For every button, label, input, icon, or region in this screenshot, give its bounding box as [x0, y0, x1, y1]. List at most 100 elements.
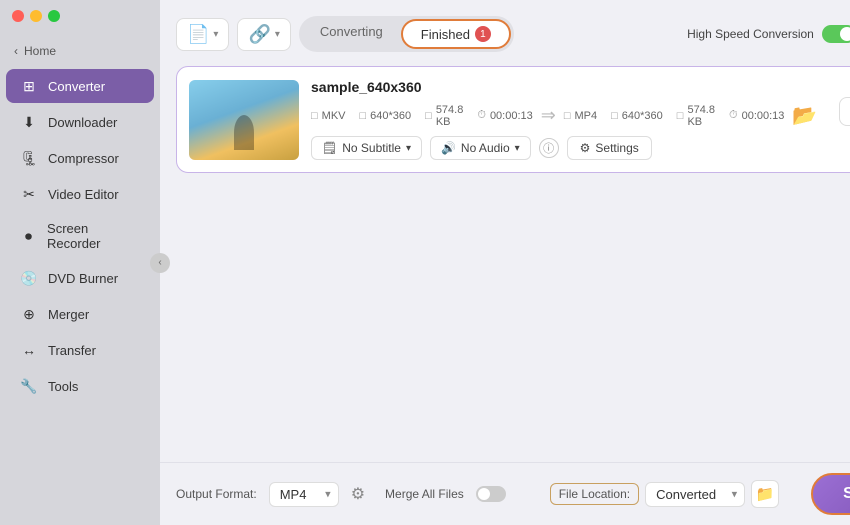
minimize-button[interactable]	[30, 10, 42, 22]
source-format: □ MKV	[311, 110, 346, 122]
close-button[interactable]	[12, 10, 24, 22]
tab-converting-label: Converting	[320, 24, 383, 39]
convert-button[interactable]: Convert	[839, 97, 850, 126]
file-thumbnail	[189, 80, 299, 160]
filename: sample_640x360	[311, 79, 817, 95]
sidebar-item-label: Compressor	[48, 151, 119, 166]
audio-select[interactable]: 🔊 No Audio ▾	[430, 136, 531, 160]
home-label: Home	[24, 44, 56, 58]
target-resolution: □ 640*360	[611, 110, 663, 122]
screen-recorder-icon: ⏺	[20, 227, 37, 245]
target-duration-icon: ⏱	[729, 109, 738, 122]
audio-icon: 🔊	[441, 141, 456, 155]
merger-icon: ⊕	[20, 305, 38, 323]
file-meta-row: □ MKV □ 640*360 □ 574.8 KB ⏱ 00:00:13	[311, 103, 817, 128]
chevron-left-icon: ‹	[14, 44, 18, 58]
merge-label: Merge All Files	[385, 487, 464, 501]
output-format-select[interactable]: MP4 MKV AVI MOV	[269, 482, 339, 507]
sidebar-item-transfer[interactable]: ↔ Transfer	[6, 333, 154, 367]
subtitle-chevron-icon: ▾	[406, 143, 411, 154]
home-link[interactable]: ‹ Home	[0, 40, 160, 68]
format-icon: □	[311, 110, 318, 122]
file-options: 🗒 No Subtitle ▾ 🔊 No Audio ▾ ⓘ ⚙ Setting…	[311, 136, 817, 160]
sidebar-item-screen-recorder[interactable]: ⏺ Screen Recorder	[6, 213, 154, 259]
format-settings-icon[interactable]: ⚙	[351, 484, 365, 504]
add-file-icon: 📄	[187, 24, 209, 45]
sidebar-item-label: Tools	[48, 379, 78, 394]
file-location-wrap: File Location: Converted Custom... 📁	[550, 480, 779, 508]
target-duration: ⏱ 00:00:13	[729, 109, 784, 122]
file-card: sample_640x360 □ MKV □ 640*360 □ 574.8 K…	[176, 66, 850, 173]
downloader-icon: ⬇	[20, 113, 38, 131]
resolution-icon: □	[360, 110, 367, 122]
add-file-chevron-icon: ▾	[213, 29, 218, 40]
audio-chevron-icon: ▾	[515, 143, 520, 154]
browse-folder-button[interactable]: 📁	[751, 480, 779, 508]
video-editor-icon: ✂	[20, 185, 38, 203]
target-format: □ MP4	[564, 110, 597, 122]
target-size-icon: □	[677, 110, 684, 122]
add-file-button[interactable]: 📄 ▾	[176, 18, 229, 51]
dvd-burner-icon: 💿	[20, 269, 38, 287]
size-icon: □	[425, 110, 432, 122]
add-source-chevron-icon: ▾	[275, 29, 280, 40]
sidebar-item-merger[interactable]: ⊕ Merger	[6, 297, 154, 331]
tools-icon: 🔧	[20, 377, 38, 395]
sidebar-item-label: Merger	[48, 307, 89, 322]
location-select-wrap: Converted Custom...	[645, 482, 745, 507]
duration-icon: ⏱	[477, 109, 486, 122]
sidebar-item-label: DVD Burner	[48, 271, 118, 286]
tabs: Converting Finished 1	[299, 16, 514, 52]
maximize-button[interactable]	[48, 10, 60, 22]
add-source-button[interactable]: 🔗 ▾	[237, 18, 290, 51]
sidebar-item-compressor[interactable]: 🗜 Compressor	[6, 141, 154, 175]
sidebar-item-label: Converter	[48, 79, 105, 94]
sidebar-item-label: Video Editor	[48, 187, 119, 202]
high-speed-label: High Speed Conversion	[687, 27, 814, 41]
folder-open-icon[interactable]: 📂	[792, 103, 817, 128]
sidebar-item-converter[interactable]: ⊞ Converter	[6, 69, 154, 103]
compressor-icon: 🗜	[20, 149, 38, 167]
collapse-sidebar-button[interactable]: ‹	[150, 253, 170, 273]
subtitle-select[interactable]: 🗒 No Subtitle ▾	[311, 136, 422, 160]
source-resolution: □ 640*360	[360, 110, 412, 122]
file-info: sample_640x360 □ MKV □ 640*360 □ 574.8 K…	[311, 79, 817, 160]
settings-gear-icon: ⚙	[580, 141, 591, 155]
main-content: 👤 🔔 📄 ▾ 🔗 ▾ Converting Finished 1	[160, 0, 850, 525]
tab-finished-label: Finished	[421, 27, 470, 42]
sidebar-item-tools[interactable]: 🔧 Tools	[6, 369, 154, 403]
header: 📄 ▾ 🔗 ▾ Converting Finished 1 High Speed…	[176, 16, 850, 52]
start-all-button[interactable]: Start All	[811, 473, 850, 515]
sidebar-item-label: Downloader	[48, 115, 117, 130]
tab-finished[interactable]: Finished 1	[401, 19, 511, 49]
target-meta: □ MP4 □ 640*360 □ 574.8 KB ⏱ 00:00:13	[564, 104, 785, 128]
tab-converting[interactable]: Converting	[302, 19, 401, 49]
info-button[interactable]: ⓘ	[539, 138, 559, 158]
output-format-label: Output Format:	[176, 487, 257, 501]
transfer-icon: ↔	[20, 341, 38, 359]
target-size: □ 574.8 KB	[677, 104, 715, 128]
high-speed-toggle[interactable]	[822, 25, 850, 43]
converter-icon: ⊞	[20, 77, 38, 95]
sidebar-item-label: Screen Recorder	[47, 221, 140, 251]
subtitle-icon: 🗒	[322, 141, 337, 155]
finished-badge: 1	[475, 26, 491, 42]
merge-toggle[interactable]	[476, 486, 506, 502]
sidebar-item-dvd-burner[interactable]: 💿 DVD Burner	[6, 261, 154, 295]
arrow-right-icon: ⇒	[541, 105, 556, 126]
file-location-select[interactable]: Converted Custom...	[645, 482, 745, 507]
header-left: 📄 ▾ 🔗 ▾ Converting Finished 1	[176, 16, 514, 52]
output-format-select-wrap: MP4 MKV AVI MOV	[269, 482, 339, 507]
sidebar-item-video-editor[interactable]: ✂ Video Editor	[6, 177, 154, 211]
bottom-bar: Output Format: MP4 MKV AVI MOV ⚙ Merge A…	[160, 462, 850, 525]
traffic-lights	[12, 10, 60, 22]
file-location-label: File Location:	[550, 483, 639, 505]
source-size: □ 574.8 KB	[425, 104, 463, 128]
settings-button[interactable]: ⚙ Settings	[567, 136, 652, 160]
convert-area: Convert Successful	[839, 97, 850, 142]
target-format-icon: □	[564, 110, 571, 122]
target-resolution-icon: □	[611, 110, 618, 122]
add-source-icon: 🔗	[248, 24, 270, 45]
sidebar-item-downloader[interactable]: ⬇ Downloader	[6, 105, 154, 139]
source-duration: ⏱ 00:00:13	[477, 109, 532, 122]
